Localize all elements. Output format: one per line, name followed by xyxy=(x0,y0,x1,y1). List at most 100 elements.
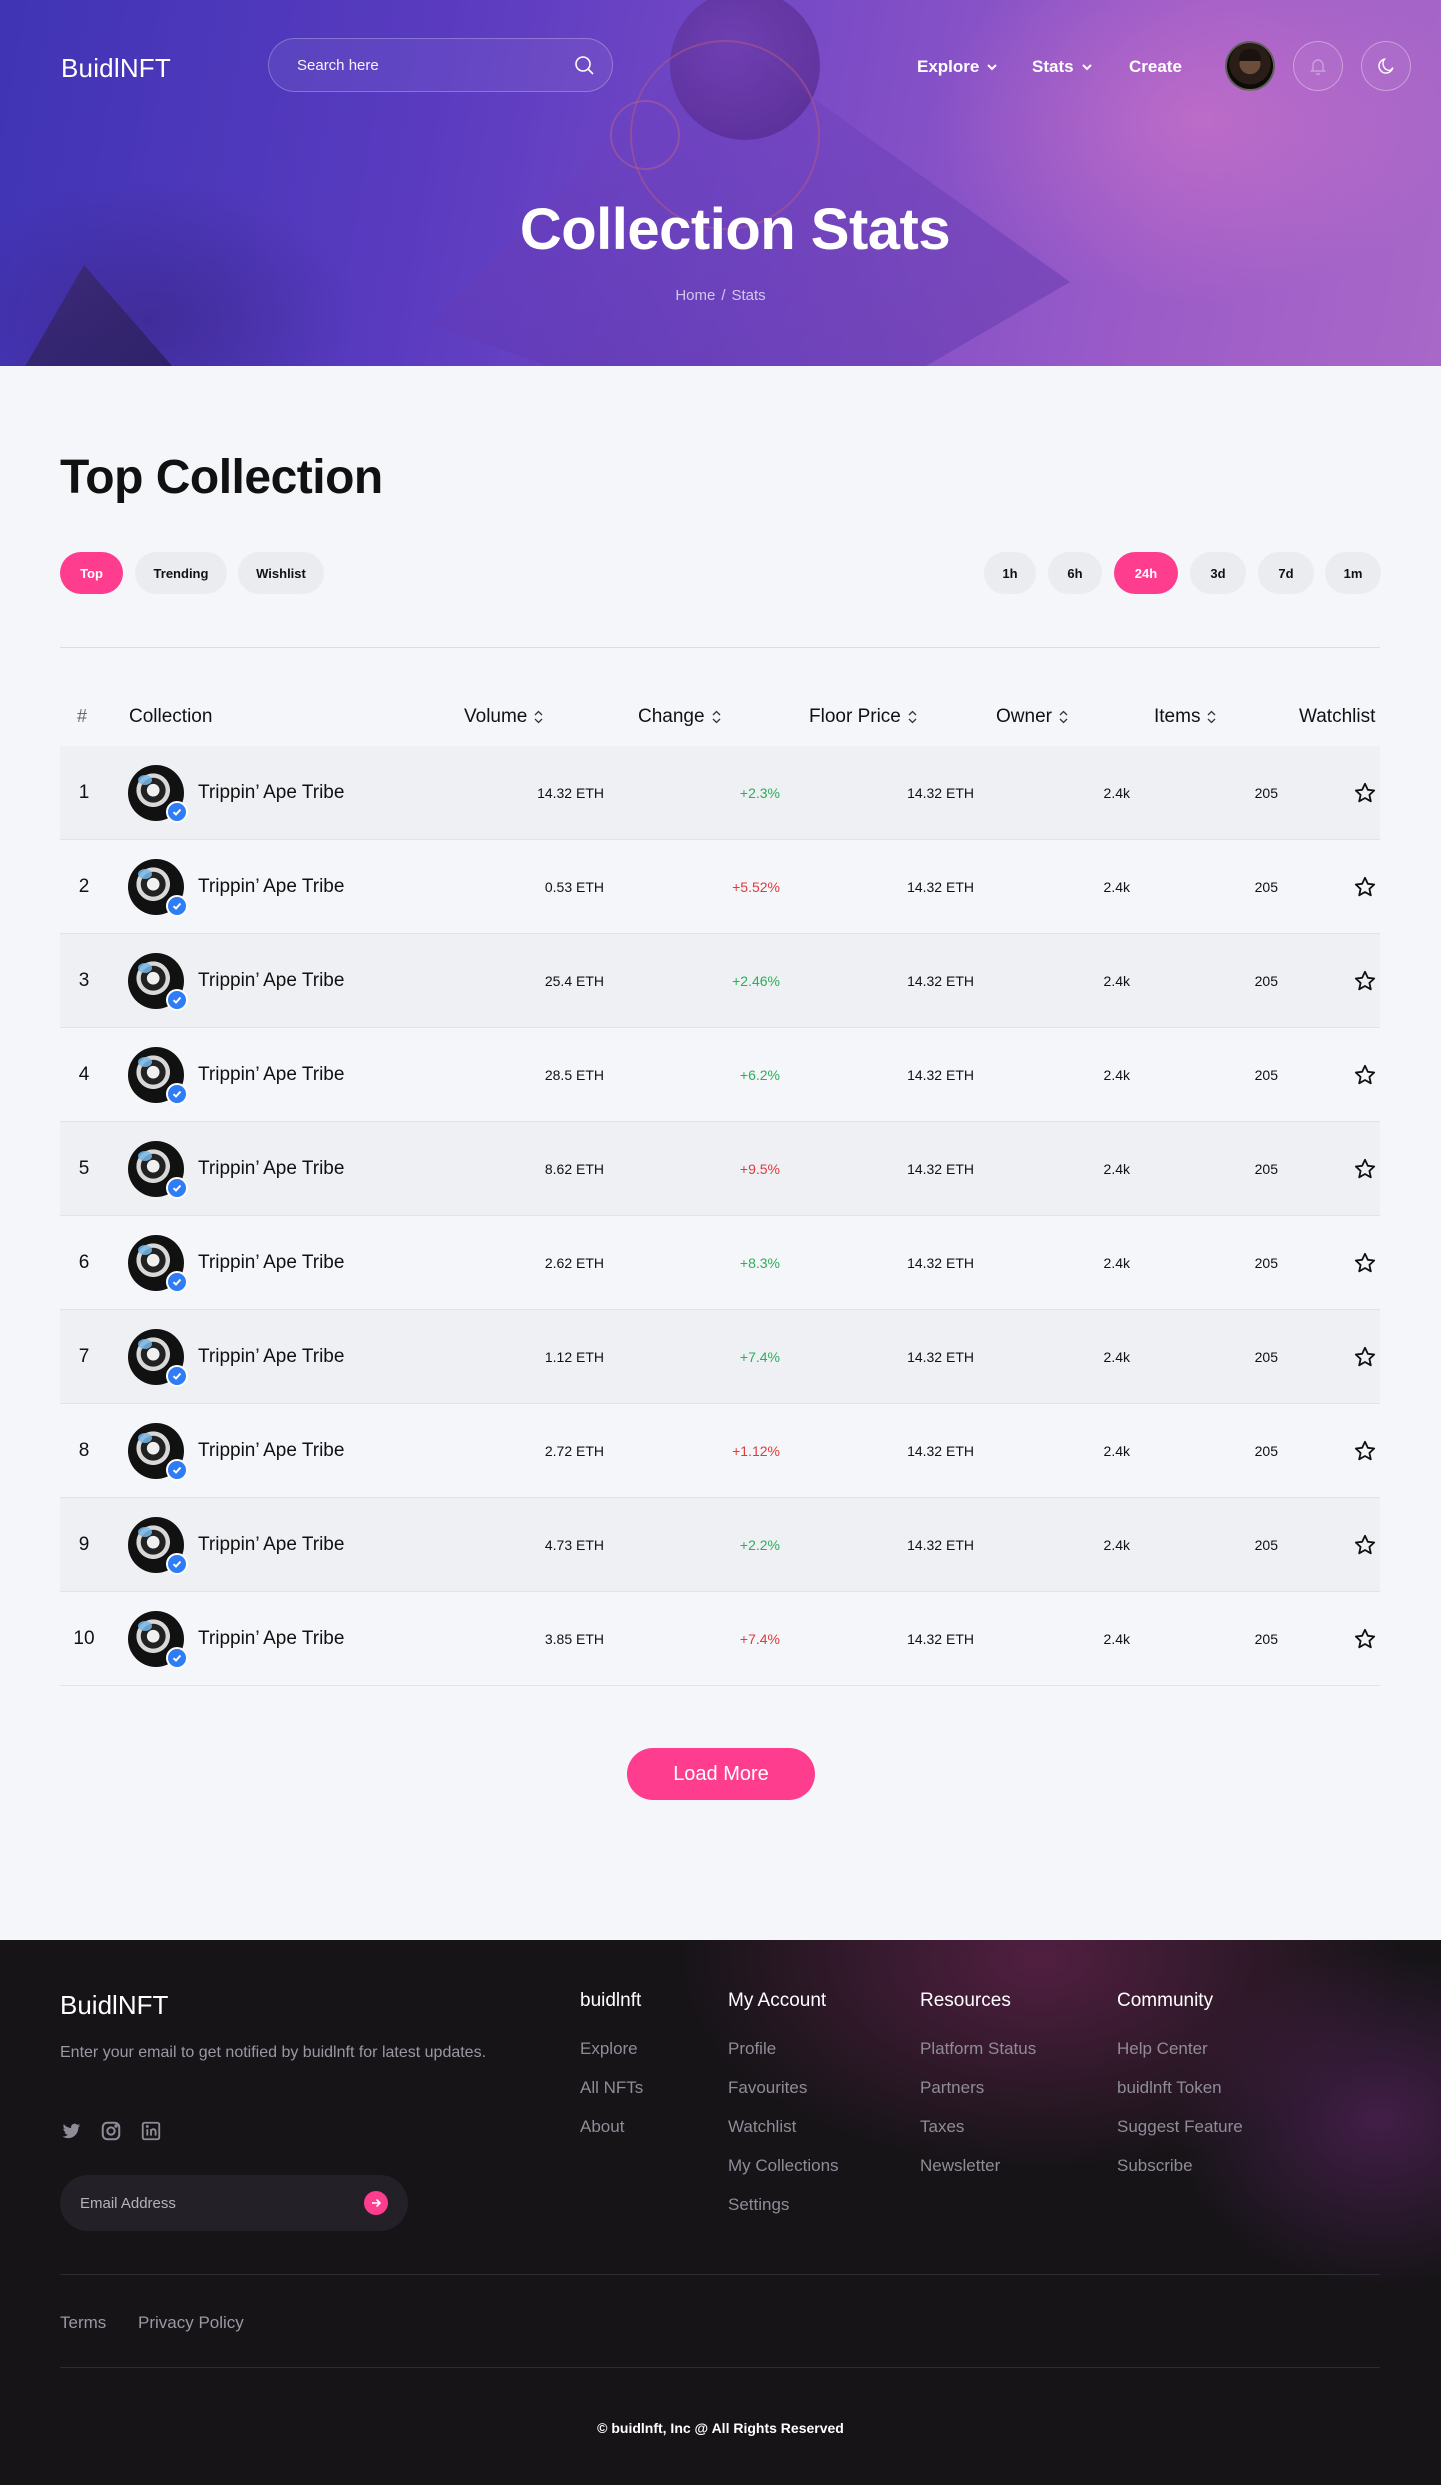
footer-link[interactable]: Subscribe xyxy=(1117,2156,1193,2176)
table-row[interactable]: 6 Trippin’ Ape Tribe 2.62 ETH +8.3% 14.32 ET… xyxy=(60,1216,1380,1310)
notifications-button[interactable] xyxy=(1293,41,1343,91)
nav-explore[interactable]: Explore xyxy=(917,55,999,79)
footer-link[interactable]: Newsletter xyxy=(920,2156,1000,2176)
search-icon[interactable] xyxy=(572,53,596,77)
footer-link[interactable]: All NFTs xyxy=(580,2078,643,2098)
nav-explore-label: Explore xyxy=(917,57,980,76)
linkedin-icon[interactable] xyxy=(140,2120,162,2142)
watchlist-star-button[interactable] xyxy=(1350,1028,1380,1122)
watchlist-star-button[interactable] xyxy=(1350,840,1380,934)
email-field[interactable] xyxy=(80,2175,340,2231)
sort-icon xyxy=(712,710,721,724)
table-row[interactable]: 5 Trippin’ Ape Tribe 8.62 ETH +9.5% 14.32 ET… xyxy=(60,1122,1380,1216)
row-owner: 2.4k xyxy=(1103,973,1130,989)
row-rank: 1 xyxy=(78,782,90,803)
star-icon xyxy=(1354,1628,1376,1649)
load-more-button[interactable]: Load More xyxy=(627,1748,815,1800)
watchlist-star-button[interactable] xyxy=(1350,1122,1380,1216)
row-owner: 2.4k xyxy=(1103,785,1130,801)
watchlist-star-button[interactable] xyxy=(1350,1404,1380,1498)
verified-badge-icon xyxy=(166,1083,188,1105)
time-filter-6h[interactable]: 6h xyxy=(1048,552,1102,594)
time-filter-24h[interactable]: 24h xyxy=(1114,552,1178,594)
instagram-icon[interactable] xyxy=(100,2120,122,2142)
footer-link[interactable]: My Collections xyxy=(728,2156,839,2176)
search-input[interactable] xyxy=(297,39,557,91)
table-row[interactable]: 9 Trippin’ Ape Tribe 4.73 ETH +2.2% 14.32 ET… xyxy=(60,1498,1380,1592)
column-header-floor-price[interactable]: Floor Price xyxy=(809,706,918,728)
footer-link[interactable]: Taxes xyxy=(920,2117,964,2137)
star-icon xyxy=(1354,1064,1376,1085)
row-owner: 2.4k xyxy=(1103,1161,1130,1177)
time-filter-7d[interactable]: 7d xyxy=(1258,552,1314,594)
privacy-policy-link[interactable]: Privacy Policy xyxy=(138,2313,244,2333)
verified-badge-icon xyxy=(166,1459,188,1481)
footer-link[interactable]: Partners xyxy=(920,2078,984,2098)
subscribe-button[interactable] xyxy=(364,2191,388,2215)
footer-link[interactable]: Settings xyxy=(728,2195,789,2215)
time-filter-3d[interactable]: 3d xyxy=(1190,552,1246,594)
site-logo[interactable]: BuidlNFT xyxy=(61,53,171,84)
footer-logo[interactable]: BuidlNFT xyxy=(60,1990,168,2021)
row-floor-price: 14.32 ETH xyxy=(907,1631,974,1647)
star-icon xyxy=(1354,1252,1376,1273)
column-header-change[interactable]: Change xyxy=(638,706,722,728)
footer-link[interactable]: About xyxy=(580,2117,624,2137)
row-collection[interactable]: Trippin’ Ape Tribe xyxy=(128,840,344,934)
watchlist-star-button[interactable] xyxy=(1350,746,1380,840)
tab-wishlist[interactable]: Wishlist xyxy=(238,552,324,594)
column-header-volume-label: Volume xyxy=(464,706,528,727)
watchlist-star-button[interactable] xyxy=(1350,1310,1380,1404)
footer-link[interactable]: Profile xyxy=(728,2039,776,2059)
verified-badge-icon xyxy=(166,989,188,1011)
footer-link[interactable]: Watchlist xyxy=(728,2117,796,2137)
column-header-volume[interactable]: Volume xyxy=(464,706,544,728)
row-collection[interactable]: Trippin’ Ape Tribe xyxy=(128,1122,344,1216)
row-collection[interactable]: Trippin’ Ape Tribe xyxy=(128,1404,344,1498)
footer-link[interactable]: Explore xyxy=(580,2039,638,2059)
column-header-items[interactable]: Items xyxy=(1154,706,1217,728)
table-row[interactable]: 1 Trippin’ Ape Tribe 14.32 ETH +2.3% 14.32 E… xyxy=(60,746,1380,840)
row-collection[interactable]: Trippin’ Ape Tribe xyxy=(128,1028,344,1122)
row-owner: 2.4k xyxy=(1103,1631,1130,1647)
watchlist-star-button[interactable] xyxy=(1350,1498,1380,1592)
time-filter-1h[interactable]: 1h xyxy=(984,552,1036,594)
sort-icon xyxy=(1059,710,1068,724)
column-header-owner[interactable]: Owner xyxy=(996,706,1069,728)
row-collection[interactable]: Trippin’ Ape Tribe xyxy=(128,1498,344,1592)
twitter-icon[interactable] xyxy=(60,2120,82,2142)
footer-link[interactable]: Help Center xyxy=(1117,2039,1208,2059)
watchlist-star-button[interactable] xyxy=(1350,934,1380,1028)
row-collection[interactable]: Trippin’ Ape Tribe xyxy=(128,934,344,1028)
row-items: 205 xyxy=(1254,1537,1278,1553)
watchlist-star-button[interactable] xyxy=(1350,1216,1380,1310)
footer-link[interactable]: Suggest Feature xyxy=(1117,2117,1243,2137)
user-avatar[interactable] xyxy=(1225,41,1275,91)
table-row[interactable]: 4 Trippin’ Ape Tribe 28.5 ETH +6.2% 14.32 ET… xyxy=(60,1028,1380,1122)
table-row[interactable]: 7 Trippin’ Ape Tribe 1.12 ETH +7.4% 14.32 ET… xyxy=(60,1310,1380,1404)
tab-trending[interactable]: Trending xyxy=(135,552,227,594)
table-row[interactable]: 10 Trippin’ Ape Tribe 3.85 ETH +7.4% 14.32 E… xyxy=(60,1592,1380,1686)
footer-link[interactable]: buidlnft Token xyxy=(1117,2078,1222,2098)
column-header-watchlist: Watchlist xyxy=(1299,706,1376,727)
time-filter-1m[interactable]: 1m xyxy=(1325,552,1381,594)
row-collection[interactable]: Trippin’ Ape Tribe xyxy=(128,1310,344,1404)
tab-top[interactable]: Top xyxy=(60,552,123,594)
footer-link[interactable]: Platform Status xyxy=(920,2039,1036,2059)
row-items: 205 xyxy=(1254,1349,1278,1365)
collection-name: Trippin’ Ape Tribe xyxy=(198,1158,345,1179)
footer-link[interactable]: Favourites xyxy=(728,2078,807,2098)
row-collection[interactable]: Trippin’ Ape Tribe xyxy=(128,1592,344,1686)
terms-link[interactable]: Terms xyxy=(60,2313,106,2333)
row-collection[interactable]: Trippin’ Ape Tribe xyxy=(128,1216,344,1310)
nav-create[interactable]: Create xyxy=(1129,55,1182,79)
row-rank: 5 xyxy=(78,1158,90,1179)
theme-toggle-button[interactable] xyxy=(1361,41,1411,91)
watchlist-star-button[interactable] xyxy=(1350,1592,1380,1686)
table-row[interactable]: 2 Trippin’ Ape Tribe 0.53 ETH +5.52% 14.32 E… xyxy=(60,840,1380,934)
table-row[interactable]: 3 Trippin’ Ape Tribe 25.4 ETH +2.46% 14.32 E… xyxy=(60,934,1380,1028)
breadcrumb-home[interactable]: Home xyxy=(675,287,715,304)
row-collection[interactable]: Trippin’ Ape Tribe xyxy=(128,746,344,840)
table-row[interactable]: 8 Trippin’ Ape Tribe 2.72 ETH +1.12% 14.32 E… xyxy=(60,1404,1380,1498)
nav-stats[interactable]: Stats xyxy=(1032,55,1094,79)
